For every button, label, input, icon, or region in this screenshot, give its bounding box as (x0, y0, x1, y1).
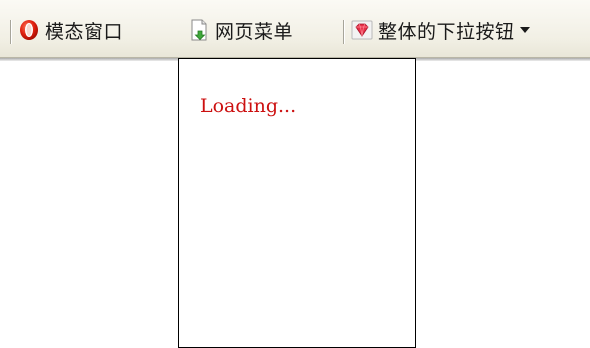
page-download-icon (188, 19, 210, 41)
modal-window-button[interactable]: 模态窗口 (18, 14, 123, 46)
modal-window-label: 模态窗口 (45, 20, 124, 43)
web-menu-label: 网页菜单 (215, 20, 294, 43)
dropdown-menu-button[interactable]: 整体的下拉按钮 (351, 14, 530, 46)
ruby-gem-icon (351, 19, 373, 41)
toolbar-separator (343, 20, 344, 44)
loading-status-text: Loading... (200, 95, 297, 117)
toolbar: 模态窗口 网页菜单 整体的下拉按钮 (0, 0, 590, 58)
toolbar-separator (10, 20, 11, 44)
opera-icon (18, 19, 40, 41)
dropdown-menu-label: 整体的下拉按钮 (378, 20, 515, 43)
chevron-down-icon[interactable] (519, 27, 530, 33)
dropdown-popup-panel: Loading... (178, 58, 416, 348)
web-menu-button[interactable]: 网页菜单 (188, 14, 293, 46)
